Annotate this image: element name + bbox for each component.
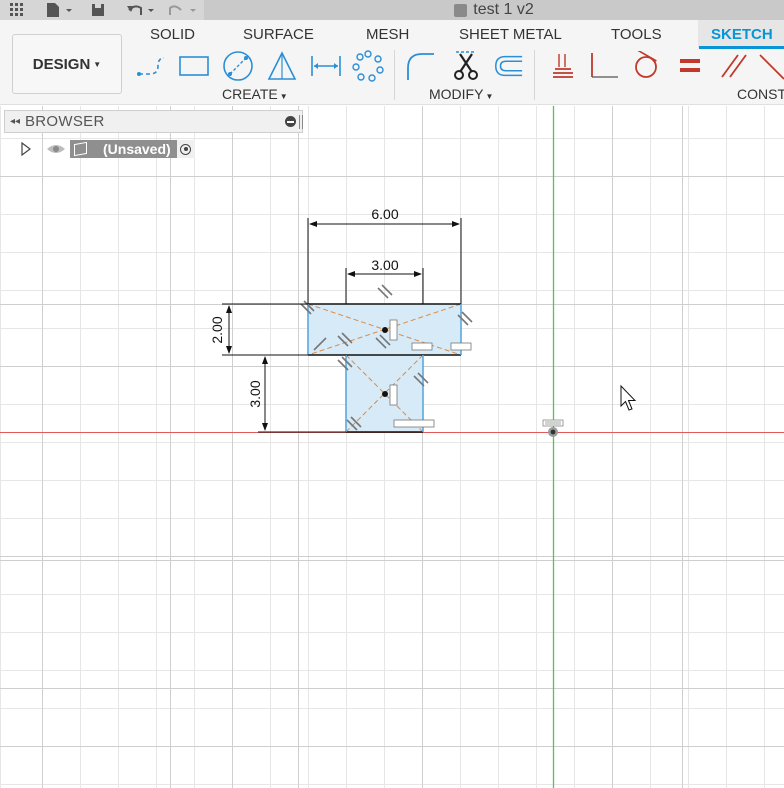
save-icon[interactable] (88, 0, 108, 20)
modify-menu[interactable]: MODIFY ▼ (429, 86, 493, 102)
quick-access-bar: test 1 v2 (0, 0, 784, 20)
workspace-switcher-button[interactable]: DESIGN ▼ (12, 34, 122, 94)
center-point-top (382, 327, 388, 333)
center-point-bottom (382, 391, 388, 397)
parallel-constraint-icon[interactable] (716, 50, 748, 82)
tab-solid[interactable]: SOLID (150, 20, 195, 48)
circle-tool-icon[interactable] (222, 50, 254, 82)
dimension-bottom-width[interactable]: 3.00 (371, 257, 398, 273)
caret-down-icon: ▼ (279, 92, 288, 101)
offset-tool-icon[interactable] (492, 50, 524, 82)
visibility-eye-icon[interactable] (46, 142, 66, 156)
expand-arrow-icon[interactable] (20, 141, 32, 157)
sketch-viewport[interactable]: 6.00 3.00 2.00 3.00 (0, 106, 784, 788)
dimension-top-width[interactable]: 6.00 (371, 206, 398, 222)
tab-mesh[interactable]: MESH (366, 20, 409, 48)
tab-surface[interactable]: SURFACE (243, 20, 314, 48)
tab-sheet-metal[interactable]: SHEET METAL (459, 20, 562, 48)
file-icon[interactable] (42, 0, 76, 20)
caret-down-icon: ▼ (93, 59, 102, 69)
undo-icon[interactable] (124, 0, 158, 20)
root-label-text: (Unsaved) (103, 141, 171, 157)
origin-icon (542, 419, 564, 437)
redo-icon[interactable] (166, 0, 200, 20)
dimension-tool-icon[interactable] (310, 50, 342, 82)
trim-tool-icon[interactable] (450, 50, 482, 82)
ribbon-tabs: SOLID SURFACE MESH SHEET METAL TOOLS SKE… (130, 20, 784, 49)
document-tab[interactable]: test 1 v2 (204, 0, 784, 20)
tab-sketch[interactable]: SKETCH (699, 20, 784, 49)
browser-panel-header: ◂◂ BROWSER (4, 110, 303, 133)
activate-component-radio[interactable] (176, 140, 195, 158)
group-separator (534, 50, 535, 100)
dimension-top-height[interactable]: 2.00 (209, 316, 225, 343)
create-menu[interactable]: CREATE ▼ (222, 86, 288, 102)
line-tool-icon[interactable] (136, 50, 168, 82)
component-icon (454, 3, 468, 17)
rectangle-tool-icon[interactable] (178, 50, 210, 82)
polygon-tool-icon[interactable] (266, 50, 298, 82)
tangent-constraint-icon[interactable] (630, 50, 662, 82)
document-title: test 1 v2 (473, 1, 534, 18)
browser-title: BROWSER (25, 113, 105, 130)
create-menu-label: CREATE (222, 86, 278, 102)
collinear-constraint-icon[interactable] (756, 50, 784, 82)
browser-root-node[interactable]: (Unsaved) (20, 139, 195, 159)
workspace-label: DESIGN (32, 55, 91, 73)
toolbar-ribbon: DESIGN ▼ SOLID SURFACE MESH SHEET METAL T… (0, 20, 784, 105)
root-document-label[interactable]: (Unsaved) (70, 140, 177, 158)
resize-handle-icon[interactable] (299, 115, 303, 129)
sketch-canvas[interactable]: 6.00 3.00 2.00 3.00 (0, 106, 784, 788)
fillet-tool-icon[interactable] (404, 50, 436, 82)
minimize-browser-icon[interactable] (285, 116, 296, 127)
collapse-browser-icon[interactable]: ◂◂ (5, 116, 25, 127)
caret-down-icon: ▼ (485, 92, 494, 101)
document-component-icon (74, 141, 87, 157)
dimension-bottom-height[interactable]: 3.00 (247, 380, 263, 407)
group-separator (394, 50, 395, 100)
coincident-constraint-icon[interactable] (546, 50, 578, 82)
point-pattern-tool-icon[interactable] (352, 50, 384, 82)
apps-grid-icon[interactable] (6, 0, 28, 20)
equal-constraint-icon[interactable] (674, 50, 706, 82)
radio-indicator-icon (180, 143, 192, 155)
tab-tools[interactable]: TOOLS (611, 20, 662, 48)
modify-menu-label: MODIFY (429, 86, 484, 102)
perpendicular-constraint-icon[interactable] (588, 50, 620, 82)
mouse-cursor-icon (620, 384, 637, 411)
constraints-menu[interactable]: CONST (737, 86, 784, 102)
